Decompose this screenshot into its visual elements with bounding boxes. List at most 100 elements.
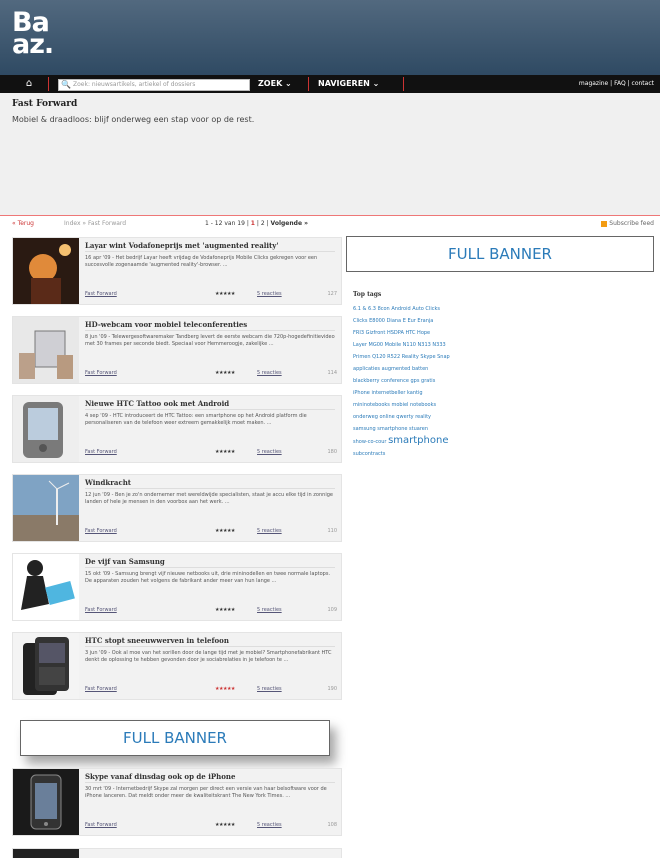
article-item[interactable]: HD-webcam voor mobiel teleconferenties 8… [12, 316, 342, 384]
ad-banner-full[interactable]: FULL BANNER [20, 720, 330, 756]
top-tags-title: Top tags [353, 291, 382, 298]
article-meta: Fast Forward ★★★★★ 5 reacties 180 [85, 448, 337, 456]
tag[interactable]: show-co-cour [353, 439, 386, 445]
top-links[interactable]: magazine | FAQ | contact [579, 80, 654, 88]
next-page-link[interactable]: Volgende » [271, 220, 308, 227]
search-icon: 🔍 [61, 80, 71, 89]
view-count: 190 [327, 686, 337, 692]
article-meta: Fast Forward ★★★★★ 5 reacties 127 [85, 290, 337, 298]
article-tag[interactable]: Fast Forward [85, 290, 117, 298]
article-meta: Fast Forward ★★★★★ 5 reacties 114 [85, 369, 337, 377]
tag-line[interactable]: 6.1 & 6.3 8con Android Auto Clicks [353, 303, 493, 315]
reactions-link[interactable]: 5 reacties [257, 606, 282, 614]
tag-line[interactable]: Clicks E8000 Diana E Eur Eranja [353, 315, 493, 327]
navigeren-menu[interactable]: NAVIGEREN ⌄ [318, 79, 379, 89]
rating-stars[interactable]: ★★★★★ [215, 290, 235, 298]
article-thumbnail[interactable] [13, 554, 79, 620]
tag-line[interactable]: iPhone internetbeller kantig [353, 387, 493, 399]
article-title[interactable]: De vijf van Samsung [85, 557, 165, 566]
article-tag[interactable]: Fast Forward [85, 606, 117, 614]
article-tag[interactable]: Fast Forward [85, 448, 117, 456]
tag-smartphone[interactable]: smartphone [388, 435, 448, 446]
tag-line[interactable]: Layer MG00 Mobile N110 N313 N333 [353, 339, 493, 351]
zoek-button[interactable]: ZOEK ⌄ [258, 79, 292, 89]
article-description: 30 mrt '09 - Internetbedrijf Skype zal m… [85, 786, 327, 799]
article-meta: Fast Forward ★★★★★ 5 reacties 109 [85, 606, 337, 614]
breadcrumb[interactable]: Index » Fast Forward [64, 218, 126, 230]
tag-line: show-co-cour smartphone [353, 435, 493, 448]
pager-range: 1 - 12 van 19 [205, 220, 245, 227]
divider [48, 77, 49, 91]
article-item[interactable]: Skype vanaf dinsdag ook op de iPhone 30 … [12, 768, 342, 836]
article-tag[interactable]: Fast Forward [85, 821, 117, 829]
ad-banner-full[interactable]: FULL BANNER [346, 236, 654, 272]
article-title[interactable]: HTC stopt sneeuwwerven in telefoon [85, 636, 229, 645]
view-count: 110 [327, 528, 337, 534]
tag-line[interactable]: samsung smartphone stuaren [353, 423, 493, 435]
article-thumbnail[interactable] [13, 396, 79, 462]
article-item[interactable]: Nieuwe HTC Tattoo ook met Android 4 sep … [12, 395, 342, 463]
rating-stars[interactable]: ★★★★★ [215, 369, 235, 377]
tag-line[interactable]: Primen Q120 R522 Reality Skype Snap [353, 351, 493, 363]
tag-line[interactable]: FRI3 Gizfront HSDPA HTC Hope [353, 327, 493, 339]
rss-link[interactable]: Subscribe feed [601, 218, 654, 230]
rating-stars[interactable]: ★★★★★ [215, 606, 235, 614]
article-thumbnail[interactable] [13, 317, 79, 383]
article-title[interactable]: Windkracht [85, 478, 131, 487]
tag-line[interactable]: subcontracts [353, 448, 493, 460]
article-item[interactable]: Layar wint Vodafoneprijs met 'augmented … [12, 237, 342, 305]
article-meta: Fast Forward ★★★★★ 5 reacties 110 [85, 527, 337, 535]
divider [85, 330, 335, 331]
section-subtitle: Mobiel & draadloos: blijf onderweg een s… [12, 115, 255, 124]
article-thumbnail[interactable] [13, 238, 79, 304]
tag-line[interactable]: applicaties augmented batten [353, 363, 493, 375]
article-thumbnail[interactable] [13, 633, 79, 699]
article-thumbnail[interactable] [13, 475, 79, 541]
article-title[interactable]: HD-webcam voor mobiel teleconferenties [85, 320, 247, 329]
divider [85, 782, 335, 783]
article-description: 15 okt '09 - Samsung brengt vijf nieuwe … [85, 571, 331, 584]
back-link[interactable]: « Terug [12, 218, 34, 230]
reactions-link[interactable]: 5 reacties [257, 448, 282, 456]
page-1[interactable]: 1 [251, 220, 255, 227]
article-title[interactable]: Layar wint Vodafoneprijs met 'augmented … [85, 241, 279, 250]
site-logo[interactable]: Ba az. [12, 9, 54, 60]
article-tag[interactable]: Fast Forward [85, 369, 117, 377]
logo-line2: az. [12, 29, 54, 60]
article-item[interactable]: HTC stopt sneeuwwerven in telefoon 3 jun… [12, 632, 342, 700]
article-thumbnail[interactable] [13, 769, 79, 835]
view-count: 180 [327, 449, 337, 455]
reactions-link[interactable]: 5 reacties [257, 369, 282, 377]
article-tag[interactable]: Fast Forward [85, 527, 117, 535]
article-item[interactable]: De vijf van Samsung 15 okt '09 - Samsung… [12, 553, 342, 621]
divider [85, 409, 335, 410]
reactions-link[interactable]: 5 reacties [257, 685, 282, 693]
rating-stars[interactable]: ★★★★★ [215, 448, 235, 456]
article-title[interactable]: Skype vanaf dinsdag ook op de iPhone [85, 772, 235, 781]
home-icon[interactable]: ⌂ [20, 78, 38, 90]
reactions-link[interactable]: 5 reacties [257, 527, 282, 535]
rss-label: Subscribe feed [609, 220, 654, 227]
rating-stars[interactable]: ★★★★★ [215, 527, 235, 535]
rating-stars[interactable]: ★★★★★ [215, 685, 235, 693]
search-input[interactable]: 🔍 Zoek: nieuwsartikels, artiekel of doss… [58, 79, 250, 91]
page-2[interactable]: 2 [261, 220, 265, 227]
article-tag[interactable]: Fast Forward [85, 685, 117, 693]
article-title[interactable]: Nieuwe HTC Tattoo ook met Android [85, 399, 229, 408]
article-meta: Fast Forward ★★★★★ 5 reacties 108 [85, 821, 337, 829]
reactions-link[interactable]: 5 reacties [257, 290, 282, 298]
article-item[interactable]: Windkracht 12 jun '09 - Ben je zo'n onde… [12, 474, 342, 542]
reactions-link[interactable]: 5 reacties [257, 821, 282, 829]
rss-icon [601, 220, 608, 227]
divider [85, 646, 335, 647]
rating-stars[interactable]: ★★★★★ [215, 821, 235, 829]
tag-line[interactable]: mininotebooks mobiel notebooks [353, 399, 493, 411]
tag-line[interactable]: blackberry conference gps gratis [353, 375, 493, 387]
article-description: 16 apr '09 - Het bedrijf Layar heeft vri… [85, 255, 318, 268]
pagination: 1 - 12 van 19 | 1 | 2 | Volgende » [205, 218, 308, 230]
site-header: Ba az. [0, 0, 660, 75]
divider [85, 251, 335, 252]
tag-line[interactable]: onderweg online qwerty reality [353, 411, 493, 423]
top-tags: Top tags 6.1 & 6.3 8con Android Auto Cli… [353, 291, 493, 460]
view-count: 108 [327, 822, 337, 828]
